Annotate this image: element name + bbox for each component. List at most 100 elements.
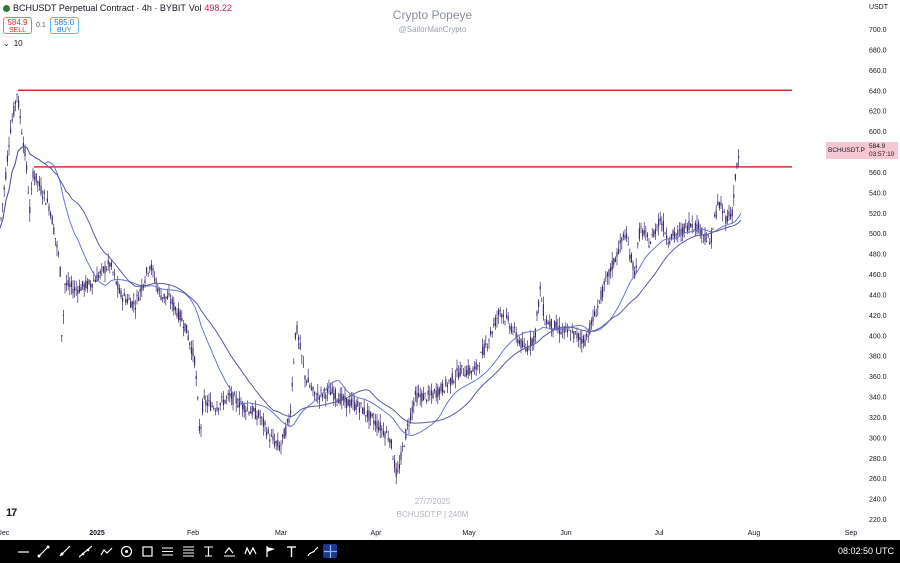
fib-channel-icon[interactable] xyxy=(181,544,195,558)
crosshair-icon[interactable] xyxy=(323,544,337,558)
candle-body xyxy=(730,214,731,218)
candle-body xyxy=(12,119,13,121)
long-position-icon[interactable] xyxy=(222,544,236,558)
candle-body xyxy=(407,424,408,425)
candle-body xyxy=(148,273,149,274)
candle-body xyxy=(256,416,257,420)
candle-body xyxy=(5,172,6,179)
cursor-icon[interactable] xyxy=(16,544,30,558)
candle-body xyxy=(340,394,341,404)
candle-body xyxy=(524,346,525,347)
candle-body xyxy=(512,331,513,332)
candle-body xyxy=(660,218,661,221)
candle-body xyxy=(728,211,729,216)
candle-body xyxy=(39,181,40,186)
utc-clock[interactable]: 08:02:50 UTC xyxy=(838,546,894,556)
candle-body xyxy=(55,238,56,239)
candle-body xyxy=(447,385,448,387)
candle-body xyxy=(732,209,733,216)
flag-icon[interactable] xyxy=(263,544,277,558)
candle-body xyxy=(202,401,203,413)
candle-body xyxy=(34,177,35,179)
candle-body xyxy=(282,434,283,436)
candle-body xyxy=(13,106,14,116)
tradingview-logo-icon[interactable]: 17 xyxy=(6,507,16,519)
candle-body xyxy=(80,287,81,291)
text-icon[interactable] xyxy=(284,544,298,558)
candle-body xyxy=(180,311,181,320)
candle-body xyxy=(637,243,638,244)
circle-icon[interactable] xyxy=(119,544,133,558)
price-chart[interactable]: 700.0680.0660.0640.0620.0600.0580.0560.0… xyxy=(0,0,900,540)
candle-body xyxy=(314,392,315,395)
candle-body xyxy=(370,412,371,418)
candle-body xyxy=(690,224,691,227)
candle-body xyxy=(164,294,165,299)
candle-body xyxy=(408,425,409,426)
extended-line-icon[interactable] xyxy=(78,544,92,558)
candle-body xyxy=(74,287,75,290)
candle-body xyxy=(274,441,275,446)
candle-body xyxy=(288,419,289,423)
candle-body xyxy=(421,393,422,402)
candle-body xyxy=(207,403,208,406)
candle-body xyxy=(479,366,480,367)
candle-body xyxy=(132,301,133,307)
candle-body xyxy=(597,306,598,308)
candle-body xyxy=(548,322,549,324)
candle-body xyxy=(304,376,305,380)
candle-body xyxy=(490,331,491,335)
bar-countdown: 03:57:10 xyxy=(869,151,894,159)
candle-body xyxy=(591,321,592,325)
last-price-value: 584.9 xyxy=(869,143,885,151)
time-axis-label: May xyxy=(462,530,476,537)
candle-body xyxy=(152,268,153,271)
candle-body xyxy=(551,319,552,330)
candle-body xyxy=(128,299,129,300)
candle-body xyxy=(632,262,633,269)
fib-retracement-icon[interactable] xyxy=(160,544,174,558)
polyline-icon[interactable] xyxy=(99,544,113,558)
candle-body xyxy=(484,344,485,355)
candle-body xyxy=(144,280,145,282)
candle-body xyxy=(544,323,545,324)
candle-body xyxy=(468,366,469,375)
candle-body xyxy=(248,412,249,414)
watermark-symbol: BCHUSDT.P | 240M xyxy=(0,510,865,519)
candle-body xyxy=(717,202,718,206)
last-price-symbol: BCHUSDT.P xyxy=(828,147,865,155)
candle-body xyxy=(293,362,294,363)
candle-body xyxy=(381,428,382,430)
candle-body xyxy=(312,387,313,391)
candle-body xyxy=(581,339,582,344)
candle-body xyxy=(165,297,166,298)
price-axis-label: 320.0 xyxy=(869,415,887,422)
candle-body xyxy=(200,427,201,429)
candle-body xyxy=(173,302,174,310)
candle-body xyxy=(140,289,141,292)
currency-selector[interactable]: USDT xyxy=(869,4,888,11)
chart-area[interactable]: 700.0680.0660.0640.0620.0600.0580.0560.0… xyxy=(0,0,900,540)
candle-body xyxy=(48,206,49,211)
candle-body xyxy=(695,223,696,231)
candle-body xyxy=(719,202,720,208)
chevron-down-icon[interactable]: ⌄ xyxy=(3,39,10,48)
candle-body xyxy=(615,258,616,261)
pattern-icon[interactable] xyxy=(243,544,257,558)
measure-icon[interactable] xyxy=(201,544,215,558)
candle-body xyxy=(594,311,595,316)
brush-icon[interactable] xyxy=(306,544,320,558)
candle-body xyxy=(178,308,179,320)
ray-icon[interactable] xyxy=(57,544,71,558)
price-axis-label: 280.0 xyxy=(869,456,887,463)
indicator-row[interactable]: ⌄ 10 xyxy=(3,39,23,48)
rectangle-icon[interactable] xyxy=(140,544,154,558)
candle-body xyxy=(268,429,269,433)
candle-body xyxy=(428,391,429,395)
price-axis-label: 640.0 xyxy=(869,88,887,95)
candle-body xyxy=(4,188,5,190)
candle-body xyxy=(404,446,405,447)
candle-body xyxy=(418,393,419,396)
candle-body xyxy=(420,395,421,397)
trendline-icon[interactable] xyxy=(36,544,50,558)
